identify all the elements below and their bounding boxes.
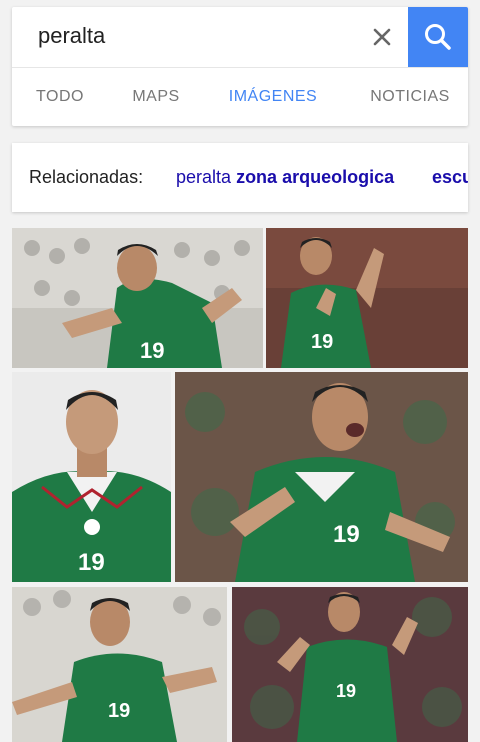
related-chip-bold: zona arqueologica (236, 167, 395, 187)
player-photo: 19 (12, 228, 263, 368)
player-photo: 19 (175, 372, 468, 582)
tab-todo[interactable]: TODO (22, 68, 98, 126)
tab-noticias[interactable]: NOTICIAS (352, 68, 468, 126)
related-searches: Relacionadas: peralta zona arqueologica … (12, 143, 468, 212)
related-chip-zona-arqueologica[interactable]: peralta zona arqueologica (176, 167, 394, 188)
clear-button[interactable] (366, 21, 398, 53)
close-icon (373, 28, 391, 46)
tab-imagenes[interactable]: IMÁGENES (206, 68, 340, 126)
player-photo: 19 (266, 228, 468, 368)
related-chip-escu[interactable]: escu (432, 167, 468, 188)
tab-maps[interactable]: MAPS (118, 68, 194, 126)
related-chip-plain: peralta (176, 167, 232, 187)
image-result[interactable]: 19 (12, 228, 263, 368)
search-card: peralta TODO MAPS IMÁGENES NOTICIAS (12, 7, 468, 126)
search-input[interactable]: peralta (38, 23, 105, 49)
image-result[interactable]: 19 (232, 587, 468, 742)
player-photo: 19 (12, 372, 171, 582)
search-bar: peralta (12, 7, 468, 67)
image-result[interactable]: 19 (12, 587, 227, 742)
search-icon (425, 24, 451, 50)
jersey-number: 19 (336, 681, 356, 701)
jersey-number: 19 (311, 331, 333, 353)
jersey-number: 19 (140, 338, 164, 363)
search-button[interactable] (408, 7, 468, 67)
related-label: Relacionadas: (29, 167, 144, 187)
jersey-number: 19 (333, 521, 360, 548)
image-result[interactable]: 19 (175, 372, 468, 582)
search-tabs: TODO MAPS IMÁGENES NOTICIAS (12, 67, 468, 126)
image-result[interactable]: 19 (12, 372, 171, 582)
jersey-number: 19 (108, 700, 130, 722)
jersey-number: 19 (78, 549, 105, 576)
image-result[interactable]: 19 (266, 228, 468, 368)
player-photo: 19 (232, 587, 468, 742)
player-photo: 19 (12, 587, 227, 742)
related-chip-bold: escu (432, 167, 468, 187)
